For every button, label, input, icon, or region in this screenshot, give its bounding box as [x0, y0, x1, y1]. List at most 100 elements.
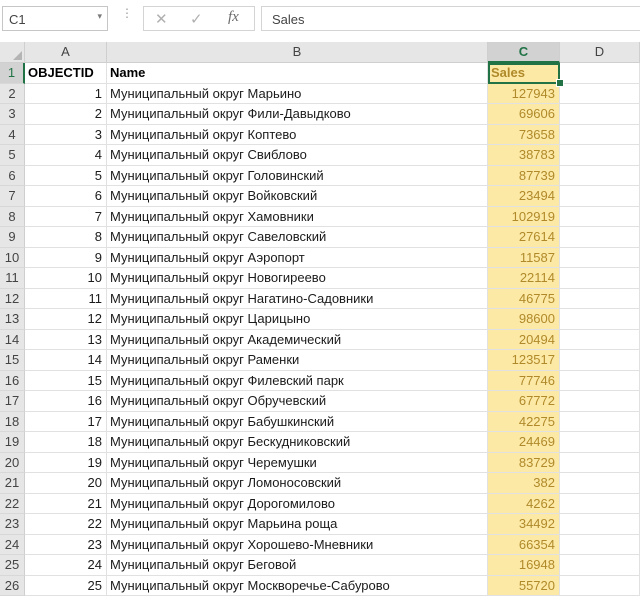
objectid-cell[interactable]: 14 — [25, 350, 107, 371]
empty-cell[interactable] — [560, 411, 640, 432]
name-cell[interactable]: Муниципальный округ Коптево — [107, 124, 488, 145]
row-header[interactable]: 4 — [0, 124, 25, 145]
sales-cell[interactable]: 67772 — [488, 391, 560, 412]
empty-cell[interactable] — [560, 104, 640, 125]
sales-cell[interactable]: 55720 — [488, 575, 560, 596]
objectid-cell[interactable]: 9 — [25, 247, 107, 268]
column-header-b[interactable]: B — [107, 42, 488, 63]
name-cell[interactable]: Муниципальный округ Савеловский — [107, 227, 488, 248]
header-cell-sales[interactable]: Sales — [488, 63, 560, 84]
sales-cell[interactable]: 22114 — [488, 268, 560, 289]
objectid-cell[interactable]: 25 — [25, 575, 107, 596]
sales-cell[interactable]: 98600 — [488, 309, 560, 330]
empty-cell[interactable] — [560, 124, 640, 145]
row-header[interactable]: 2 — [0, 83, 25, 104]
empty-cell[interactable] — [560, 350, 640, 371]
name-cell[interactable]: Муниципальный округ Нагатино-Садовники — [107, 288, 488, 309]
sales-cell[interactable]: 24469 — [488, 432, 560, 453]
objectid-cell[interactable]: 18 — [25, 432, 107, 453]
name-cell[interactable]: Муниципальный округ Хорошево-Мневники — [107, 534, 488, 555]
objectid-cell[interactable]: 16 — [25, 391, 107, 412]
objectid-cell[interactable]: 10 — [25, 268, 107, 289]
objectid-cell[interactable]: 6 — [25, 186, 107, 207]
empty-cell[interactable] — [560, 247, 640, 268]
sales-cell[interactable]: 127943 — [488, 83, 560, 104]
empty-cell[interactable] — [560, 186, 640, 207]
enter-check-icon[interactable]: ✓ — [190, 10, 203, 28]
objectid-cell[interactable]: 3 — [25, 124, 107, 145]
sales-cell[interactable]: 382 — [488, 473, 560, 494]
row-header[interactable]: 10 — [0, 247, 25, 268]
objectid-cell[interactable]: 17 — [25, 411, 107, 432]
objectid-cell[interactable]: 23 — [25, 534, 107, 555]
fill-handle[interactable] — [556, 79, 564, 87]
empty-cell[interactable] — [560, 575, 640, 596]
name-cell[interactable]: Муниципальный округ Новогиреево — [107, 268, 488, 289]
row-header[interactable]: 12 — [0, 288, 25, 309]
empty-cell[interactable] — [560, 145, 640, 166]
empty-cell[interactable] — [560, 329, 640, 350]
sales-cell[interactable]: 66354 — [488, 534, 560, 555]
row-header[interactable]: 24 — [0, 534, 25, 555]
name-cell[interactable]: Муниципальный округ Москворечье-Сабурово — [107, 575, 488, 596]
sales-cell[interactable]: 27614 — [488, 227, 560, 248]
sales-cell[interactable]: 83729 — [488, 452, 560, 473]
sales-cell[interactable]: 46775 — [488, 288, 560, 309]
empty-cell[interactable] — [560, 493, 640, 514]
objectid-cell[interactable]: 7 — [25, 206, 107, 227]
name-cell[interactable]: Муниципальный округ Обручевский — [107, 391, 488, 412]
empty-cell[interactable] — [560, 268, 640, 289]
name-cell[interactable]: Муниципальный округ Царицыно — [107, 309, 488, 330]
sales-cell[interactable]: 11587 — [488, 247, 560, 268]
name-cell[interactable]: Муниципальный округ Головинский — [107, 165, 488, 186]
sales-cell[interactable]: 34492 — [488, 514, 560, 535]
sales-cell[interactable]: 123517 — [488, 350, 560, 371]
empty-cell[interactable] — [560, 288, 640, 309]
empty-cell[interactable] — [560, 452, 640, 473]
sales-cell[interactable]: 38783 — [488, 145, 560, 166]
objectid-cell[interactable]: 21 — [25, 493, 107, 514]
sales-cell[interactable]: 16948 — [488, 555, 560, 576]
empty-cell[interactable] — [560, 309, 640, 330]
row-header[interactable]: 8 — [0, 206, 25, 227]
row-header[interactable]: 13 — [0, 309, 25, 330]
empty-cell[interactable] — [560, 83, 640, 104]
row-header[interactable]: 17 — [0, 391, 25, 412]
sales-cell[interactable]: 87739 — [488, 165, 560, 186]
row-header[interactable]: 15 — [0, 350, 25, 371]
sales-cell[interactable]: 69606 — [488, 104, 560, 125]
row-header[interactable]: 11 — [0, 268, 25, 289]
name-cell[interactable]: Муниципальный округ Войковский — [107, 186, 488, 207]
empty-cell[interactable] — [560, 432, 640, 453]
sales-cell[interactable]: 42275 — [488, 411, 560, 432]
row-header[interactable]: 20 — [0, 452, 25, 473]
empty-cell[interactable] — [560, 555, 640, 576]
row-header[interactable]: 6 — [0, 165, 25, 186]
row-header[interactable]: 14 — [0, 329, 25, 350]
name-cell[interactable]: Муниципальный округ Бабушкинский — [107, 411, 488, 432]
objectid-cell[interactable]: 24 — [25, 555, 107, 576]
row-header[interactable]: 3 — [0, 104, 25, 125]
row-header[interactable]: 1 — [0, 63, 25, 84]
row-header[interactable]: 22 — [0, 493, 25, 514]
name-cell[interactable]: Муниципальный округ Филевский парк — [107, 370, 488, 391]
objectid-cell[interactable]: 15 — [25, 370, 107, 391]
name-cell[interactable]: Муниципальный округ Марьина роща — [107, 514, 488, 535]
column-header-a[interactable]: A — [25, 42, 107, 63]
name-cell[interactable]: Муниципальный округ Бескудниковский — [107, 432, 488, 453]
name-box[interactable]: C1 ▾ — [2, 6, 108, 31]
vertical-dots-icon[interactable]: ⋮ — [121, 7, 133, 19]
name-cell[interactable]: Муниципальный округ Ломоносовский — [107, 473, 488, 494]
row-header[interactable]: 26 — [0, 575, 25, 596]
objectid-cell[interactable]: 2 — [25, 104, 107, 125]
name-cell[interactable]: Муниципальный округ Черемушки — [107, 452, 488, 473]
row-header[interactable]: 18 — [0, 411, 25, 432]
sales-cell[interactable]: 77746 — [488, 370, 560, 391]
row-header[interactable]: 7 — [0, 186, 25, 207]
name-cell[interactable]: Муниципальный округ Свиблово — [107, 145, 488, 166]
sales-cell[interactable]: 73658 — [488, 124, 560, 145]
sales-cell[interactable]: 20494 — [488, 329, 560, 350]
sales-cell[interactable]: 4262 — [488, 493, 560, 514]
objectid-cell[interactable]: 4 — [25, 145, 107, 166]
empty-cell[interactable] — [560, 63, 640, 84]
